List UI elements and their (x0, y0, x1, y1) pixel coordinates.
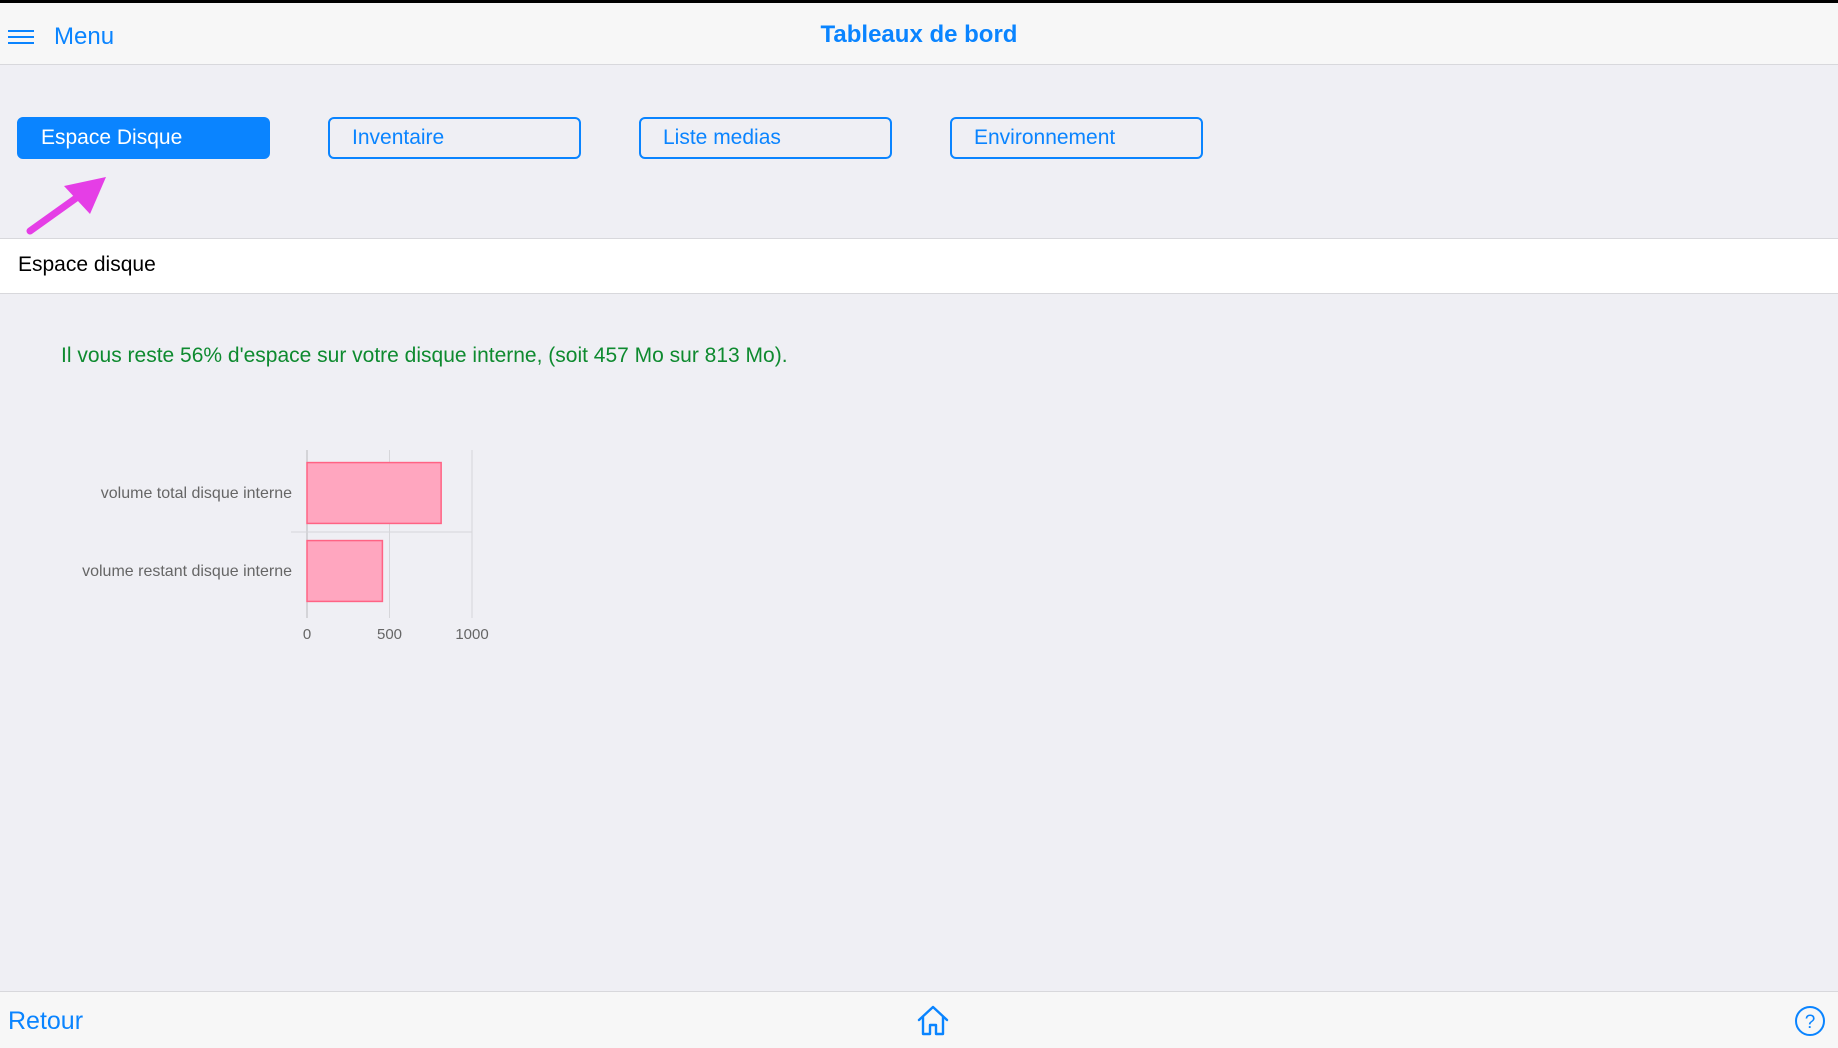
disk-space-chart: volume total disque interne volume restan… (82, 450, 489, 643)
chart-bar (306, 461, 442, 525)
section-header: Espace disque (0, 238, 1838, 294)
tab-inventaire[interactable]: Inventaire (328, 117, 581, 159)
chart-tick-label: 1000 (455, 626, 488, 643)
chart-tick-label: 0 (303, 626, 311, 643)
home-icon (917, 1005, 949, 1036)
chart-category-label: volume restant disque interne (82, 563, 292, 580)
section-title: Espace disque (18, 253, 156, 276)
bottom-bar: Retour ? (0, 991, 1838, 1048)
tab-environnement[interactable]: Environnement (950, 117, 1203, 159)
help-icon: ? (1795, 1006, 1825, 1036)
chart-tick-label: 500 (377, 626, 402, 643)
svg-text:?: ? (1805, 1012, 1816, 1033)
chart-bar (306, 539, 384, 603)
tab-espace-disque[interactable]: Espace Disque (17, 117, 270, 159)
home-button[interactable] (916, 1004, 950, 1042)
back-button[interactable]: Retour (8, 1007, 83, 1036)
chart-category-labels: volume total disque interne volume restan… (82, 485, 292, 580)
page-title: Tableaux de bord (820, 21, 1018, 48)
disk-space-message: Il vous reste 56% d'espace sur votre dis… (61, 344, 788, 367)
annotation-arrow-icon (26, 177, 106, 235)
chart-category-label: volume total disque interne (101, 485, 292, 502)
help-button[interactable]: ? (1794, 1005, 1826, 1043)
top-bar: Menu Tableaux de bord (0, 0, 1838, 65)
tab-liste-medias[interactable]: Liste medias (639, 117, 892, 159)
chart-tick-labels: 0 500 1000 (303, 626, 489, 643)
